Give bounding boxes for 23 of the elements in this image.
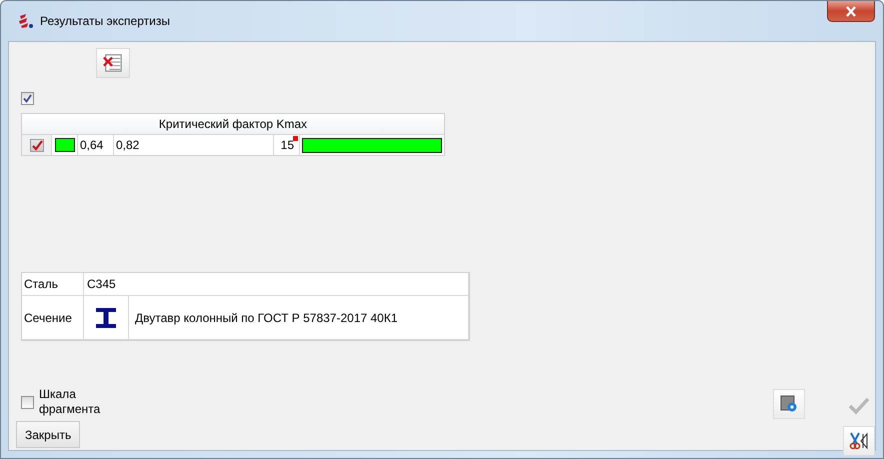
window-title: Результаты экспертизы — [40, 14, 170, 28]
scissors-button[interactable] — [843, 426, 875, 456]
checkbox[interactable] — [21, 396, 34, 408]
close-button[interactable]: Закрыть — [16, 421, 80, 448]
checkbox[interactable] — [30, 138, 44, 152]
property-value: С345 — [87, 277, 116, 291]
spreadsheet-delete-icon — [103, 53, 123, 73]
checkbox[interactable] — [21, 92, 34, 105]
checkmark-icon — [848, 397, 870, 415]
checkbox-label: Шкала фрагмента — [39, 387, 99, 417]
property-value: Двутавр колонный по ГОСТ Р 57837-2017 40К1 — [135, 310, 398, 324]
scissors-icon — [849, 432, 869, 450]
app-logo-icon — [18, 13, 34, 29]
property-label: Сталь — [24, 277, 58, 291]
table-cell: 0,82 — [116, 138, 140, 152]
delete-table-button[interactable] — [96, 48, 130, 78]
settings-button[interactable] — [773, 389, 805, 419]
gear-icon — [780, 395, 798, 413]
table-cell: 15 — [280, 138, 294, 152]
table-cell: 0,64 — [80, 138, 104, 152]
i-beam-icon — [95, 306, 117, 328]
property-label: Сечение — [24, 310, 72, 324]
close-icon[interactable] — [827, 1, 875, 22]
